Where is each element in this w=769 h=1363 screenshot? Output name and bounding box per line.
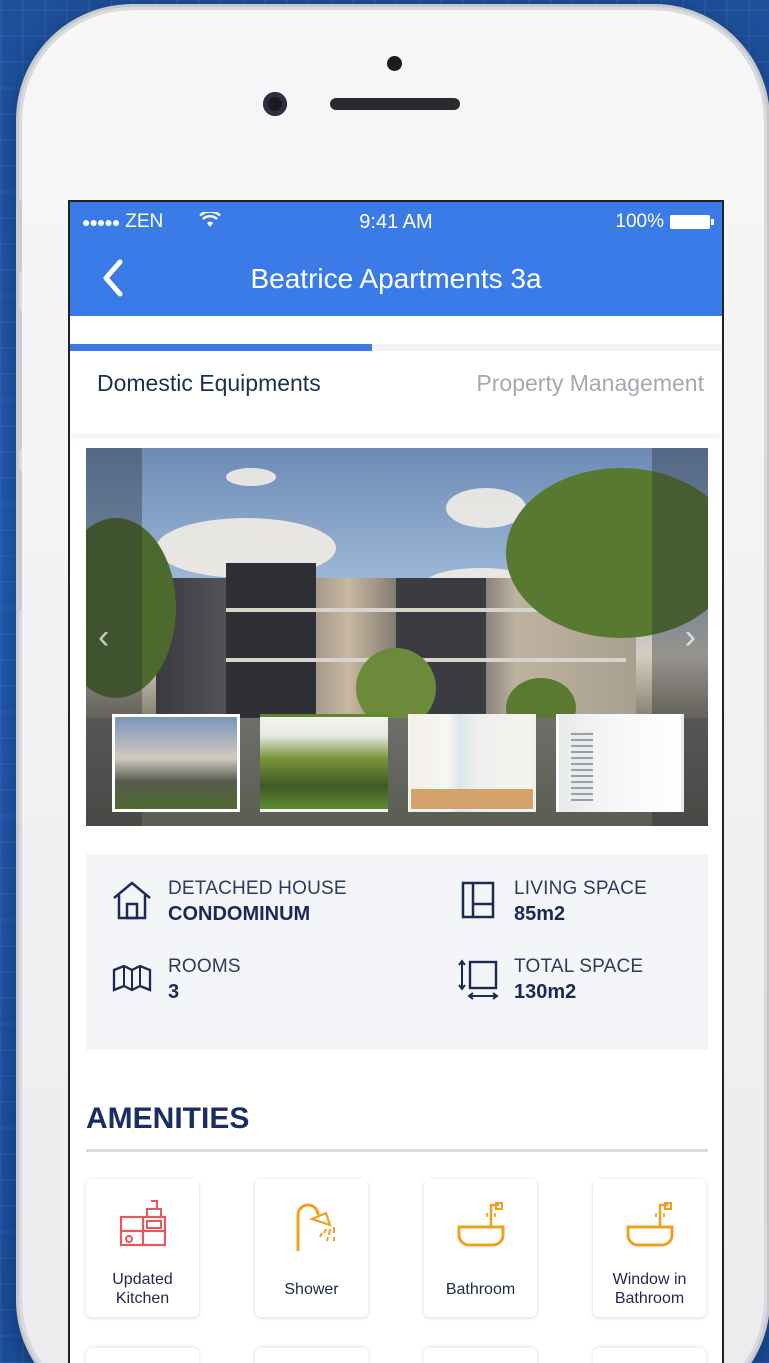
thumbnail-hallway[interactable] xyxy=(408,714,536,812)
amenity-label: Shower xyxy=(284,1280,339,1298)
shower-icon xyxy=(296,1203,335,1251)
battery-icon xyxy=(670,215,714,229)
photo-gallery[interactable]: ‹ › xyxy=(86,448,708,826)
amenities-grid: Updated Kitchen Shower Bathroom Window i… xyxy=(86,1179,706,1317)
thumbnail-bathroom[interactable] xyxy=(556,714,684,812)
app-screen: ●●●●● ZEN 9:41 AM 100% Beatrice Apartmen… xyxy=(68,200,724,1363)
status-time: 9:41 AM xyxy=(359,210,433,233)
tab-domestic-equipments[interactable]: Domestic Equipments xyxy=(97,370,321,397)
navigation-bar: Beatrice Apartments 3a xyxy=(70,242,722,316)
detail-rooms: ROOMS 3 xyxy=(110,956,241,1004)
thumbnail-exterior[interactable] xyxy=(112,714,240,812)
amenities-row-2-partial xyxy=(86,1348,706,1363)
detail-total-label: TOTAL SPACE xyxy=(514,956,644,977)
house-icon xyxy=(110,878,154,922)
detail-total-space: TOTAL SPACE 130m2 xyxy=(456,956,643,1004)
mute-switch xyxy=(16,200,22,272)
amenity-card-partial[interactable] xyxy=(86,1348,199,1363)
chevron-right-icon[interactable]: › xyxy=(685,618,696,657)
tab-property-management[interactable]: Property Management xyxy=(476,370,704,397)
amenity-label: Bathroom xyxy=(445,1280,516,1298)
detail-living-label: LIVING SPACE xyxy=(514,878,647,899)
proximity-sensor xyxy=(387,56,402,71)
amenities-divider xyxy=(86,1149,708,1152)
amenity-bathroom[interactable]: Bathroom xyxy=(424,1179,537,1317)
page-title: Beatrice Apartments 3a xyxy=(250,263,542,294)
amenity-window-in-bathroom[interactable]: Window in Bathroom xyxy=(593,1179,706,1317)
amenity-card-partial[interactable] xyxy=(593,1348,706,1363)
detail-total-value: 130m2 xyxy=(514,981,577,1003)
thumbnail-garden[interactable] xyxy=(260,714,388,812)
detail-living-value: 85m2 xyxy=(514,903,566,925)
detail-type: DETACHED HOUSE CONDOMINUM xyxy=(110,878,347,926)
detail-type-value: CONDOMINUM xyxy=(168,903,311,925)
amenities-title: AMENITIES xyxy=(86,1102,250,1135)
detail-rooms-value: 3 xyxy=(168,981,180,1003)
measure-area-icon xyxy=(456,956,500,1000)
header: ●●●●● ZEN 9:41 AM 100% Beatrice Apartmen… xyxy=(70,202,722,316)
detail-type-label: DETACHED HOUSE xyxy=(168,878,347,899)
map-icon xyxy=(110,956,154,1000)
amenity-shower[interactable]: Shower xyxy=(255,1179,368,1317)
chevron-left-icon[interactable]: ‹ xyxy=(98,618,109,657)
volume-up-button xyxy=(16,310,22,450)
tab-bar: Domestic Equipments Property Management xyxy=(70,316,722,434)
amenity-card-partial[interactable] xyxy=(424,1348,537,1363)
earpiece-speaker xyxy=(330,98,460,110)
tab-track xyxy=(372,344,722,351)
bathtub-icon xyxy=(457,1202,504,1247)
chevron-left-icon[interactable] xyxy=(100,258,124,305)
amenity-label: Window in Bathroom xyxy=(612,1271,687,1307)
volume-down-button xyxy=(16,470,22,610)
thumbnail-strip xyxy=(112,714,684,812)
kitchen-icon xyxy=(119,1200,166,1247)
status-bar: ●●●●● ZEN 9:41 AM 100% xyxy=(70,202,722,242)
floorplan-icon xyxy=(456,878,500,922)
amenity-card-partial[interactable] xyxy=(255,1348,368,1363)
front-camera xyxy=(263,92,287,116)
detail-living-space: LIVING SPACE 85m2 xyxy=(456,878,647,926)
property-details: DETACHED HOUSE CONDOMINUM LIVING SPACE 8… xyxy=(86,854,708,1050)
detail-rooms-label: ROOMS xyxy=(168,956,241,977)
amenity-updated-kitchen[interactable]: Updated Kitchen xyxy=(86,1179,199,1317)
bathtub-icon xyxy=(626,1202,673,1247)
tab-indicator xyxy=(70,344,372,351)
amenity-label: Updated Kitchen xyxy=(112,1271,173,1307)
